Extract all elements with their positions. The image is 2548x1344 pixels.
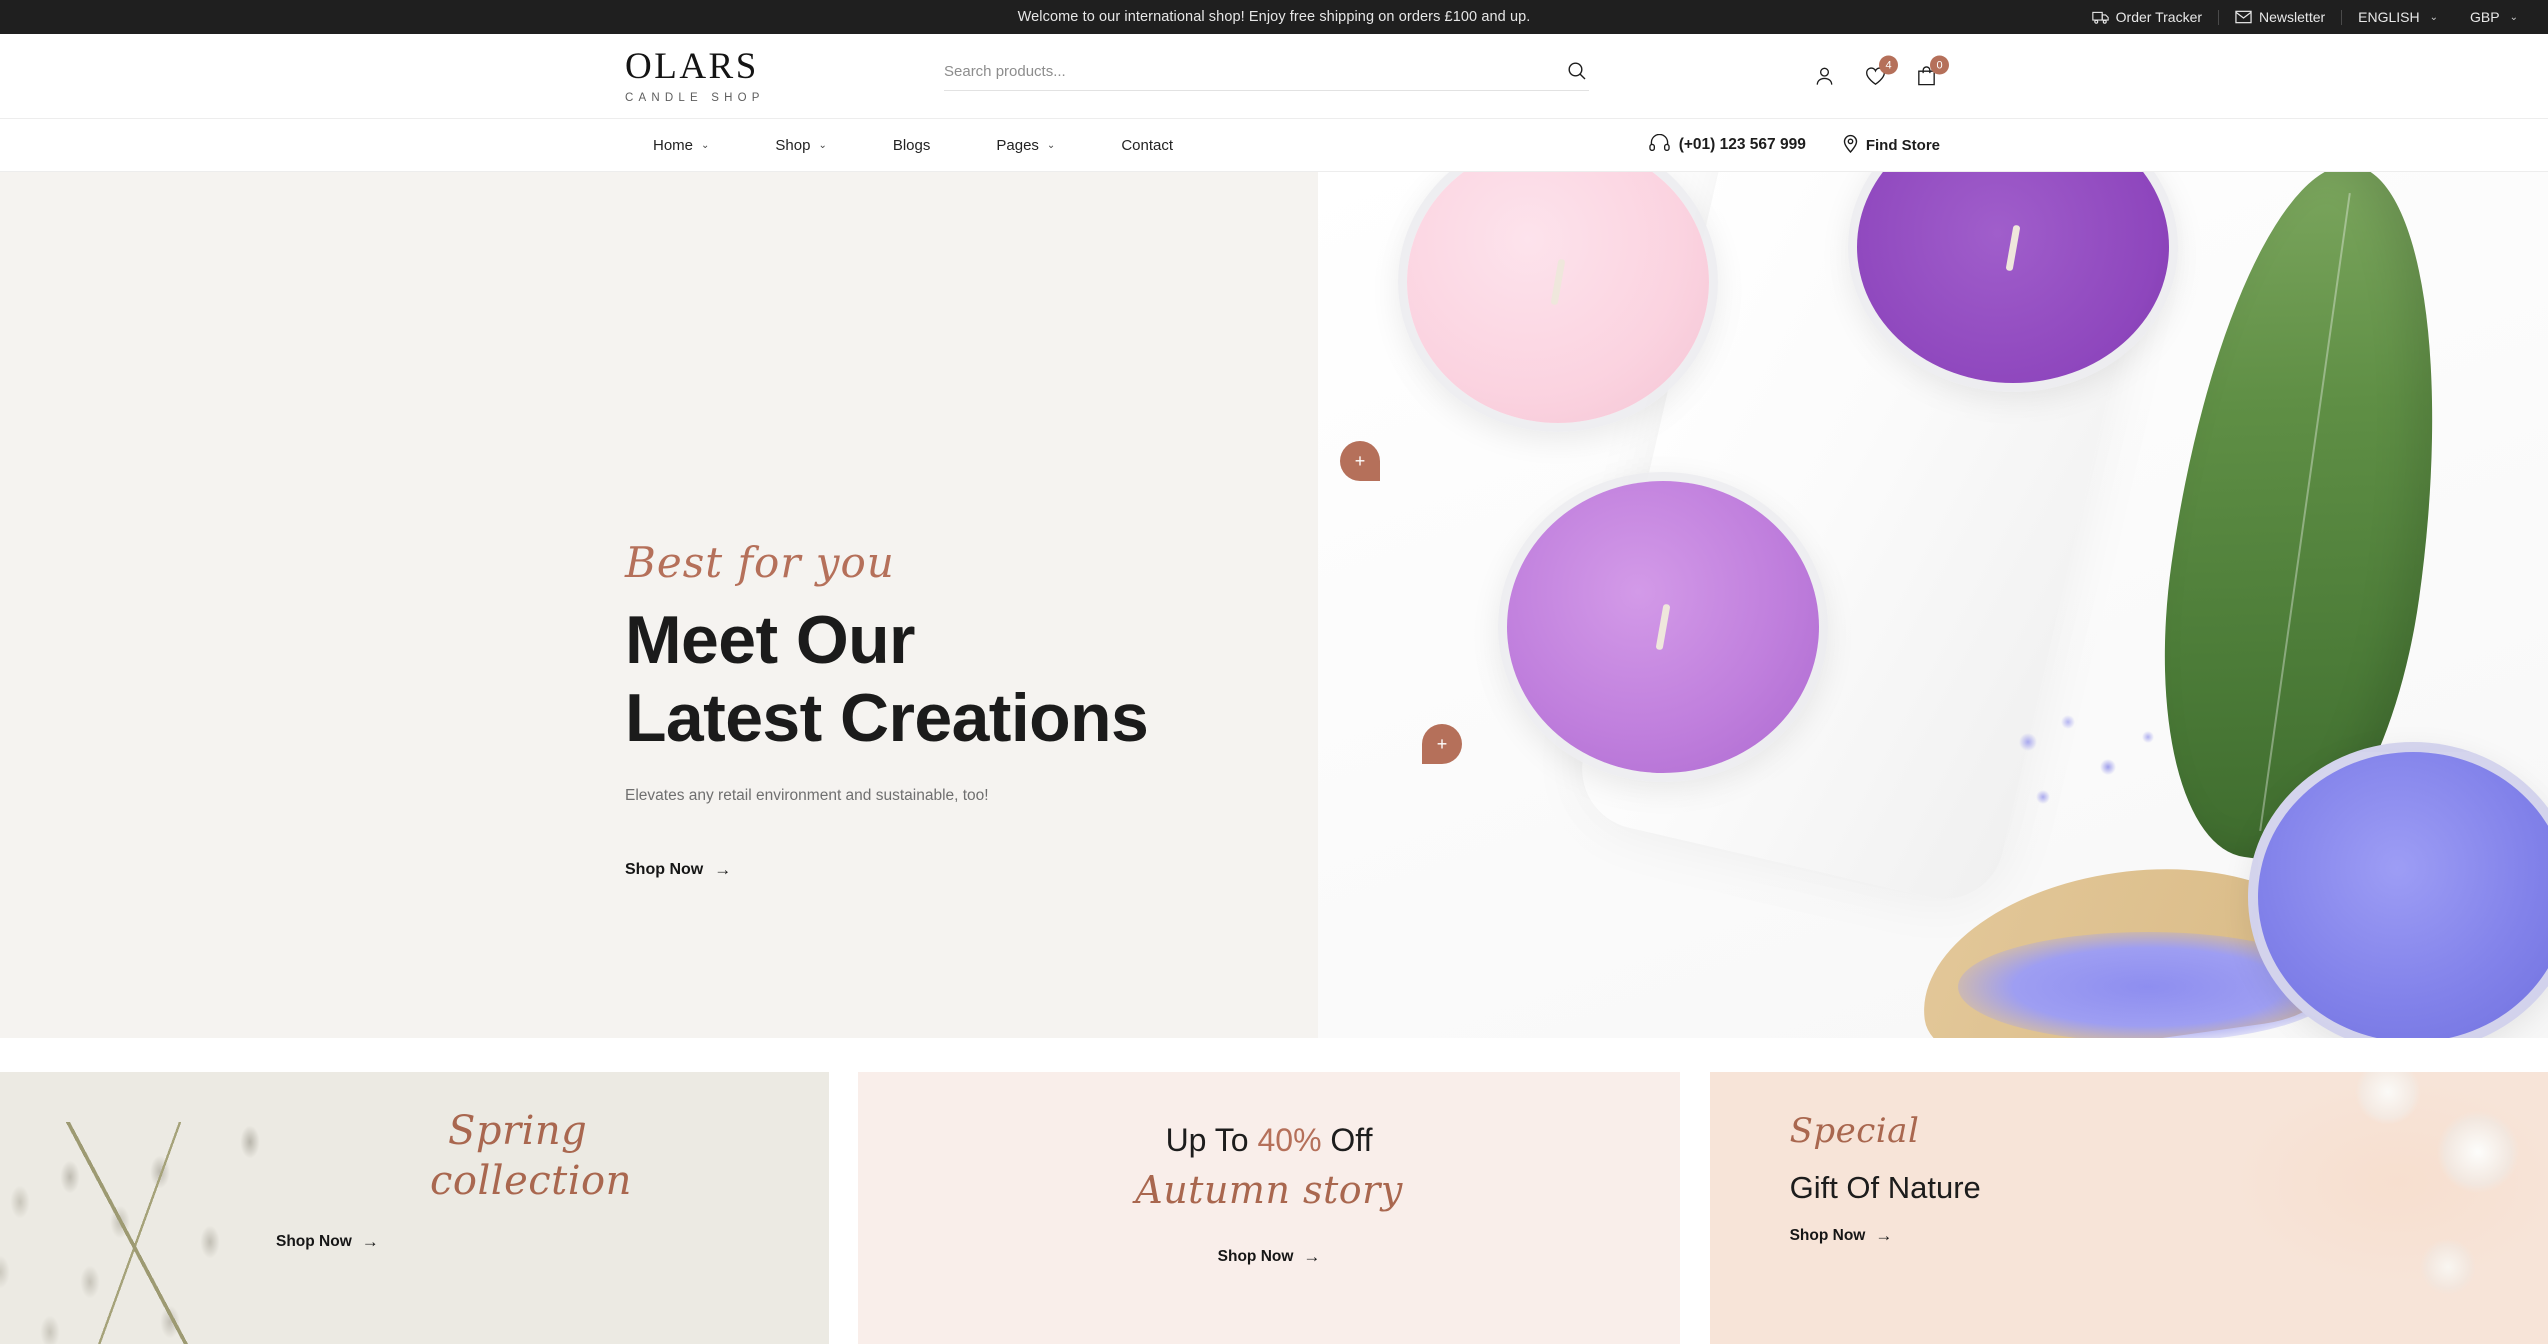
hero-cta-label: Shop Now — [625, 861, 704, 879]
product-hotspot-2[interactable]: + — [1422, 724, 1462, 764]
announcement-bar: Welcome to our international shop! Enjoy… — [0, 0, 2548, 34]
promo-head-pre: Up To — [1165, 1122, 1258, 1158]
search-icon — [1567, 62, 1587, 84]
chevron-down-icon: ⌄ — [2429, 11, 2439, 23]
chevron-down-icon: ⌄ — [818, 139, 827, 151]
nav-item-label: Contact — [1121, 136, 1174, 154]
search-button[interactable] — [1565, 61, 1589, 81]
nav-item-blogs[interactable]: Blogs — [860, 137, 964, 154]
location-pin-icon — [1842, 134, 1859, 157]
plus-icon: + — [1436, 734, 1448, 754]
hero-title: Meet Our Latest Creations — [625, 602, 1245, 757]
promo-script-line2: collection — [430, 1158, 632, 1204]
promo-banner-row: Spring collection Shop Now → Up To 40% O… — [0, 1072, 2548, 1344]
heart-icon — [1864, 67, 1887, 92]
promo-script-heading: Autumn story — [1135, 1168, 1403, 1212]
wishlist-count-badge: 4 — [1879, 55, 1898, 75]
promo-shop-now-button[interactable]: Shop Now → — [276, 1232, 379, 1252]
promo-discount-percent: 40% — [1257, 1122, 1322, 1158]
header-actions: 4 0 — [1813, 55, 1949, 88]
currency-label: GBP — [2470, 9, 2500, 25]
headset-icon — [1648, 133, 1670, 157]
newsletter-link[interactable]: Newsletter — [2219, 9, 2341, 25]
nav-item-label: Shop — [775, 136, 811, 154]
promo-discount-heading: Up To 40% Off — [858, 1122, 1680, 1159]
hero-product-photo — [1318, 172, 2548, 1038]
promo-cta-label: Shop Now — [276, 1233, 352, 1250]
order-tracker-link[interactable]: Order Tracker — [2076, 9, 2218, 25]
plus-icon: + — [1354, 451, 1366, 471]
cart-button[interactable]: 0 — [1915, 55, 1949, 88]
chevron-down-icon: ⌄ — [2509, 11, 2518, 23]
nav-item-label: Home — [653, 136, 694, 154]
nav-item-pages[interactable]: Pages ⌄ — [963, 137, 1088, 154]
envelope-icon — [2235, 10, 2252, 24]
promo-script-heading: Spring collection — [430, 1108, 829, 1202]
hero-subtitle: Elevates any retail environment and sust… — [625, 787, 989, 805]
promo-card-gift-of-nature[interactable]: Special Gift Of Nature Shop Now → — [1709, 1072, 2548, 1344]
chevron-down-icon: ⌄ — [1046, 139, 1056, 151]
support-phone[interactable]: (+01) 123 567 999 — [1648, 133, 1806, 157]
logo-tagline: CANDLE SHOP — [625, 92, 765, 104]
arrow-right-icon: → — [361, 1232, 379, 1251]
announcement-utilities: Order Tracker Newsletter ENGLISH ⌄ GBP ⌄ — [2076, 9, 2548, 25]
nav-item-label: Pages — [996, 136, 1039, 154]
hero-content: Best for you Meet Our Latest Creations E… — [625, 542, 1245, 880]
hero-slider: + + Best for you Meet Our Latest Creatio… — [0, 172, 2548, 1038]
promo-gap — [1679, 1072, 1710, 1344]
hero-script-heading: Best for you — [625, 538, 895, 587]
language-label: ENGLISH — [2358, 9, 2420, 25]
nav-item-contact[interactable]: Contact — [1088, 137, 1206, 154]
bath-salt-crumbs — [2008, 712, 2178, 832]
language-selector[interactable]: ENGLISH ⌄ — [2342, 9, 2454, 25]
promo-cta-label: Shop Now — [1789, 1226, 1866, 1244]
promo-shop-now-button[interactable]: Shop Now → — [1218, 1247, 1321, 1267]
find-store-label: Find Store — [1865, 136, 1940, 154]
truck-icon — [2091, 10, 2109, 25]
nav-links: Home ⌄ Shop ⌄ Blogs Pages ⌄ Contact — [620, 137, 1206, 154]
currency-selector[interactable]: GBP ⌄ — [2454, 9, 2534, 25]
product-hotspot-1[interactable]: + — [1340, 441, 1380, 481]
hero-title-line1: Meet Our — [625, 602, 916, 678]
nav-item-shop[interactable]: Shop ⌄ — [742, 137, 859, 154]
find-store-link[interactable]: Find Store — [1842, 134, 1940, 157]
account-button[interactable] — [1813, 65, 1836, 88]
hero-title-line2: Latest Creations — [625, 679, 1149, 756]
purple-candle-center — [1498, 472, 1828, 782]
nav-utilities: (+01) 123 567 999 Find Store — [1648, 133, 1940, 157]
wishlist-button[interactable]: 4 — [1864, 55, 1898, 88]
logo-wordmark: OLARS — [625, 46, 759, 87]
promo-cta-label: Shop Now — [1217, 1247, 1294, 1265]
order-tracker-label: Order Tracker — [2115, 9, 2203, 25]
promo-heading: Gift Of Nature — [1789, 1169, 1981, 1205]
search-input[interactable] — [944, 62, 1565, 80]
promo-script-heading: Special — [1789, 1111, 1920, 1151]
cart-count-badge: 0 — [1930, 55, 1949, 75]
main-navigation: Home ⌄ Shop ⌄ Blogs Pages ⌄ Contact (+01… — [0, 118, 2548, 172]
page-root: Welcome to our international shop! Enjoy… — [0, 0, 2548, 1344]
promo-card-spring-collection[interactable]: Spring collection Shop Now → — [0, 1072, 829, 1344]
hero-shop-now-button[interactable]: Shop Now → — [625, 860, 731, 880]
arrow-right-icon: → — [714, 860, 732, 880]
shopping-bag-icon — [1915, 66, 1938, 92]
candle-wax — [1857, 172, 2169, 383]
arrow-right-icon: → — [1303, 1246, 1321, 1266]
site-logo[interactable]: OLARS CANDLE SHOP — [625, 48, 765, 104]
search-bar — [944, 61, 1589, 91]
chevron-down-icon: ⌄ — [701, 139, 710, 151]
nav-item-label: Blogs — [892, 136, 931, 154]
promo-head-post: Off — [1321, 1122, 1373, 1158]
support-phone-label: (+01) 123 567 999 — [1678, 136, 1806, 153]
nav-item-home[interactable]: Home ⌄ — [620, 137, 742, 154]
newsletter-label: Newsletter — [2259, 9, 2326, 25]
promo-script-line1: Spring — [448, 1108, 588, 1154]
promo-shop-now-button[interactable]: Shop Now → — [1790, 1226, 1893, 1246]
promo-gap — [828, 1072, 859, 1344]
promo-card-autumn-story[interactable]: Up To 40% Off Autumn story Shop Now → — [858, 1072, 1680, 1344]
user-icon — [1813, 67, 1836, 92]
arrow-right-icon: → — [1875, 1225, 1893, 1245]
site-header: OLARS CANDLE SHOP Search products... 4 0 — [0, 34, 2548, 118]
